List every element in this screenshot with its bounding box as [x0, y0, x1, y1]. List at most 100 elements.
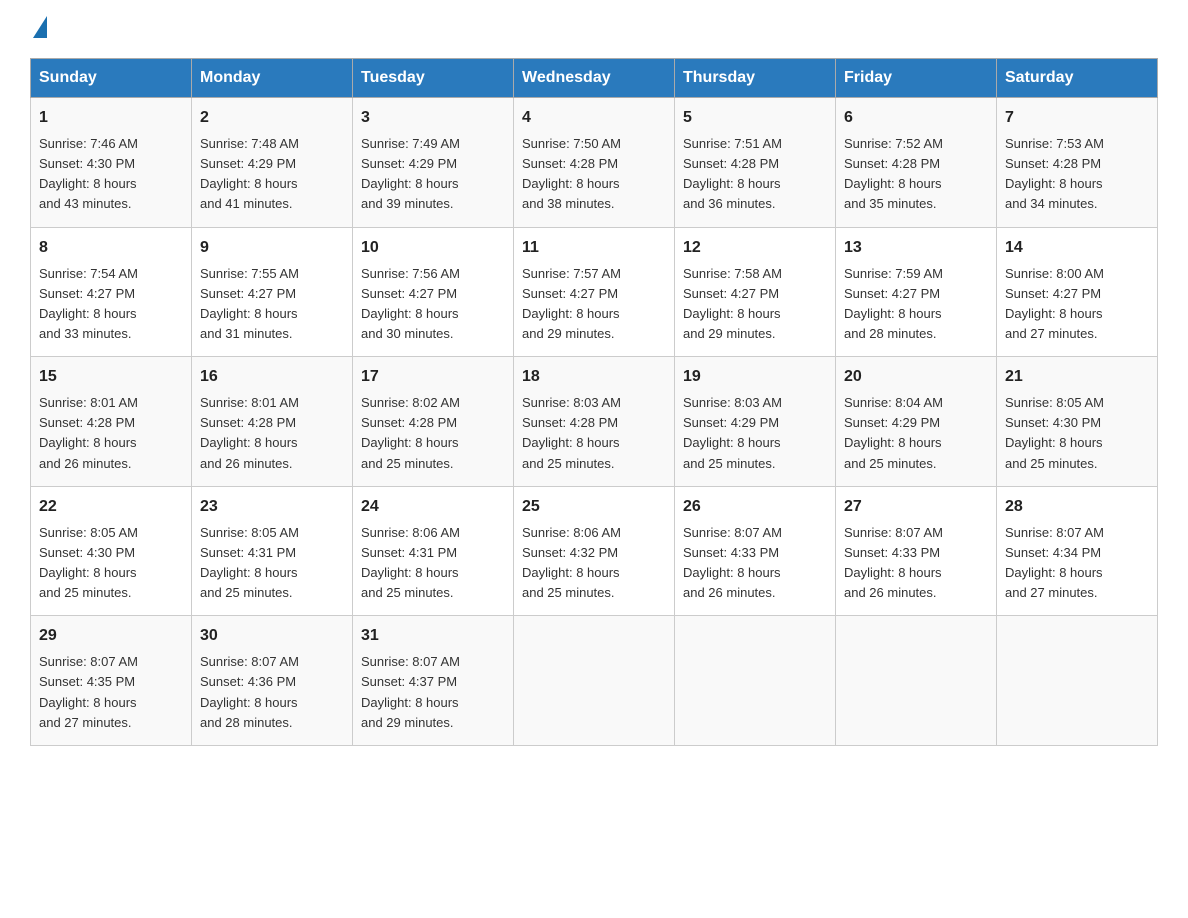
day-info: Sunrise: 7:46 AMSunset: 4:30 PMDaylight:… [39, 136, 138, 211]
day-info: Sunrise: 7:53 AMSunset: 4:28 PMDaylight:… [1005, 136, 1104, 211]
day-number: 1 [39, 106, 183, 130]
calendar-table: SundayMondayTuesdayWednesdayThursdayFrid… [30, 58, 1158, 746]
day-number: 23 [200, 495, 344, 519]
day-info: Sunrise: 7:49 AMSunset: 4:29 PMDaylight:… [361, 136, 460, 211]
calendar-day-cell: 11 Sunrise: 7:57 AMSunset: 4:27 PMDaylig… [514, 227, 675, 357]
day-info: Sunrise: 8:01 AMSunset: 4:28 PMDaylight:… [200, 395, 299, 470]
day-info: Sunrise: 8:02 AMSunset: 4:28 PMDaylight:… [361, 395, 460, 470]
calendar-day-cell: 12 Sunrise: 7:58 AMSunset: 4:27 PMDaylig… [675, 227, 836, 357]
day-number: 11 [522, 236, 666, 260]
calendar-week-row: 8 Sunrise: 7:54 AMSunset: 4:27 PMDayligh… [31, 227, 1158, 357]
calendar-day-cell: 6 Sunrise: 7:52 AMSunset: 4:28 PMDayligh… [836, 98, 997, 228]
calendar-week-row: 1 Sunrise: 7:46 AMSunset: 4:30 PMDayligh… [31, 98, 1158, 228]
day-of-week-header: Wednesday [514, 59, 675, 98]
day-number: 12 [683, 236, 827, 260]
day-number: 18 [522, 365, 666, 389]
day-number: 6 [844, 106, 988, 130]
calendar-day-cell: 23 Sunrise: 8:05 AMSunset: 4:31 PMDaylig… [192, 486, 353, 616]
day-info: Sunrise: 8:05 AMSunset: 4:30 PMDaylight:… [39, 525, 138, 600]
calendar-day-cell: 18 Sunrise: 8:03 AMSunset: 4:28 PMDaylig… [514, 357, 675, 487]
calendar-day-cell: 25 Sunrise: 8:06 AMSunset: 4:32 PMDaylig… [514, 486, 675, 616]
day-number: 5 [683, 106, 827, 130]
day-number: 29 [39, 624, 183, 648]
calendar-day-cell: 4 Sunrise: 7:50 AMSunset: 4:28 PMDayligh… [514, 98, 675, 228]
day-info: Sunrise: 8:01 AMSunset: 4:28 PMDaylight:… [39, 395, 138, 470]
calendar-header-row: SundayMondayTuesdayWednesdayThursdayFrid… [31, 59, 1158, 98]
day-number: 9 [200, 236, 344, 260]
day-number: 10 [361, 236, 505, 260]
logo-triangle-icon [33, 16, 47, 38]
day-info: Sunrise: 7:48 AMSunset: 4:29 PMDaylight:… [200, 136, 299, 211]
day-number: 28 [1005, 495, 1149, 519]
calendar-day-cell: 30 Sunrise: 8:07 AMSunset: 4:36 PMDaylig… [192, 616, 353, 746]
day-number: 21 [1005, 365, 1149, 389]
calendar-day-cell: 1 Sunrise: 7:46 AMSunset: 4:30 PMDayligh… [31, 98, 192, 228]
calendar-day-cell: 17 Sunrise: 8:02 AMSunset: 4:28 PMDaylig… [353, 357, 514, 487]
day-info: Sunrise: 8:05 AMSunset: 4:30 PMDaylight:… [1005, 395, 1104, 470]
day-info: Sunrise: 7:57 AMSunset: 4:27 PMDaylight:… [522, 266, 621, 341]
day-number: 3 [361, 106, 505, 130]
calendar-day-cell: 27 Sunrise: 8:07 AMSunset: 4:33 PMDaylig… [836, 486, 997, 616]
day-number: 14 [1005, 236, 1149, 260]
calendar-day-cell [675, 616, 836, 746]
calendar-day-cell: 14 Sunrise: 8:00 AMSunset: 4:27 PMDaylig… [997, 227, 1158, 357]
day-info: Sunrise: 7:58 AMSunset: 4:27 PMDaylight:… [683, 266, 782, 341]
calendar-day-cell: 2 Sunrise: 7:48 AMSunset: 4:29 PMDayligh… [192, 98, 353, 228]
day-number: 8 [39, 236, 183, 260]
calendar-day-cell: 3 Sunrise: 7:49 AMSunset: 4:29 PMDayligh… [353, 98, 514, 228]
day-number: 4 [522, 106, 666, 130]
day-info: Sunrise: 8:06 AMSunset: 4:32 PMDaylight:… [522, 525, 621, 600]
day-number: 20 [844, 365, 988, 389]
day-info: Sunrise: 8:06 AMSunset: 4:31 PMDaylight:… [361, 525, 460, 600]
day-number: 24 [361, 495, 505, 519]
calendar-week-row: 29 Sunrise: 8:07 AMSunset: 4:35 PMDaylig… [31, 616, 1158, 746]
day-number: 27 [844, 495, 988, 519]
day-info: Sunrise: 8:03 AMSunset: 4:28 PMDaylight:… [522, 395, 621, 470]
day-of-week-header: Monday [192, 59, 353, 98]
calendar-day-cell: 22 Sunrise: 8:05 AMSunset: 4:30 PMDaylig… [31, 486, 192, 616]
day-info: Sunrise: 7:50 AMSunset: 4:28 PMDaylight:… [522, 136, 621, 211]
calendar-day-cell: 5 Sunrise: 7:51 AMSunset: 4:28 PMDayligh… [675, 98, 836, 228]
day-of-week-header: Sunday [31, 59, 192, 98]
day-number: 16 [200, 365, 344, 389]
day-info: Sunrise: 7:55 AMSunset: 4:27 PMDaylight:… [200, 266, 299, 341]
day-number: 19 [683, 365, 827, 389]
calendar-day-cell: 10 Sunrise: 7:56 AMSunset: 4:27 PMDaylig… [353, 227, 514, 357]
day-number: 26 [683, 495, 827, 519]
day-info: Sunrise: 8:04 AMSunset: 4:29 PMDaylight:… [844, 395, 943, 470]
day-info: Sunrise: 8:00 AMSunset: 4:27 PMDaylight:… [1005, 266, 1104, 341]
day-number: 25 [522, 495, 666, 519]
day-info: Sunrise: 8:07 AMSunset: 4:36 PMDaylight:… [200, 654, 299, 729]
day-info: Sunrise: 7:59 AMSunset: 4:27 PMDaylight:… [844, 266, 943, 341]
day-info: Sunrise: 7:51 AMSunset: 4:28 PMDaylight:… [683, 136, 782, 211]
day-info: Sunrise: 8:07 AMSunset: 4:35 PMDaylight:… [39, 654, 138, 729]
day-info: Sunrise: 8:07 AMSunset: 4:37 PMDaylight:… [361, 654, 460, 729]
calendar-day-cell: 26 Sunrise: 8:07 AMSunset: 4:33 PMDaylig… [675, 486, 836, 616]
page-header [30, 20, 1158, 38]
calendar-day-cell: 19 Sunrise: 8:03 AMSunset: 4:29 PMDaylig… [675, 357, 836, 487]
day-of-week-header: Friday [836, 59, 997, 98]
calendar-day-cell [514, 616, 675, 746]
day-info: Sunrise: 8:05 AMSunset: 4:31 PMDaylight:… [200, 525, 299, 600]
calendar-day-cell: 16 Sunrise: 8:01 AMSunset: 4:28 PMDaylig… [192, 357, 353, 487]
calendar-day-cell [836, 616, 997, 746]
calendar-week-row: 22 Sunrise: 8:05 AMSunset: 4:30 PMDaylig… [31, 486, 1158, 616]
day-of-week-header: Tuesday [353, 59, 514, 98]
day-number: 30 [200, 624, 344, 648]
calendar-day-cell: 20 Sunrise: 8:04 AMSunset: 4:29 PMDaylig… [836, 357, 997, 487]
calendar-day-cell: 15 Sunrise: 8:01 AMSunset: 4:28 PMDaylig… [31, 357, 192, 487]
calendar-day-cell: 29 Sunrise: 8:07 AMSunset: 4:35 PMDaylig… [31, 616, 192, 746]
day-info: Sunrise: 8:07 AMSunset: 4:34 PMDaylight:… [1005, 525, 1104, 600]
calendar-day-cell: 28 Sunrise: 8:07 AMSunset: 4:34 PMDaylig… [997, 486, 1158, 616]
logo [30, 20, 47, 38]
calendar-day-cell: 7 Sunrise: 7:53 AMSunset: 4:28 PMDayligh… [997, 98, 1158, 228]
day-info: Sunrise: 8:07 AMSunset: 4:33 PMDaylight:… [844, 525, 943, 600]
day-info: Sunrise: 7:54 AMSunset: 4:27 PMDaylight:… [39, 266, 138, 341]
day-number: 7 [1005, 106, 1149, 130]
calendar-day-cell: 31 Sunrise: 8:07 AMSunset: 4:37 PMDaylig… [353, 616, 514, 746]
calendar-day-cell: 24 Sunrise: 8:06 AMSunset: 4:31 PMDaylig… [353, 486, 514, 616]
calendar-day-cell: 13 Sunrise: 7:59 AMSunset: 4:27 PMDaylig… [836, 227, 997, 357]
day-number: 15 [39, 365, 183, 389]
day-of-week-header: Thursday [675, 59, 836, 98]
day-number: 22 [39, 495, 183, 519]
